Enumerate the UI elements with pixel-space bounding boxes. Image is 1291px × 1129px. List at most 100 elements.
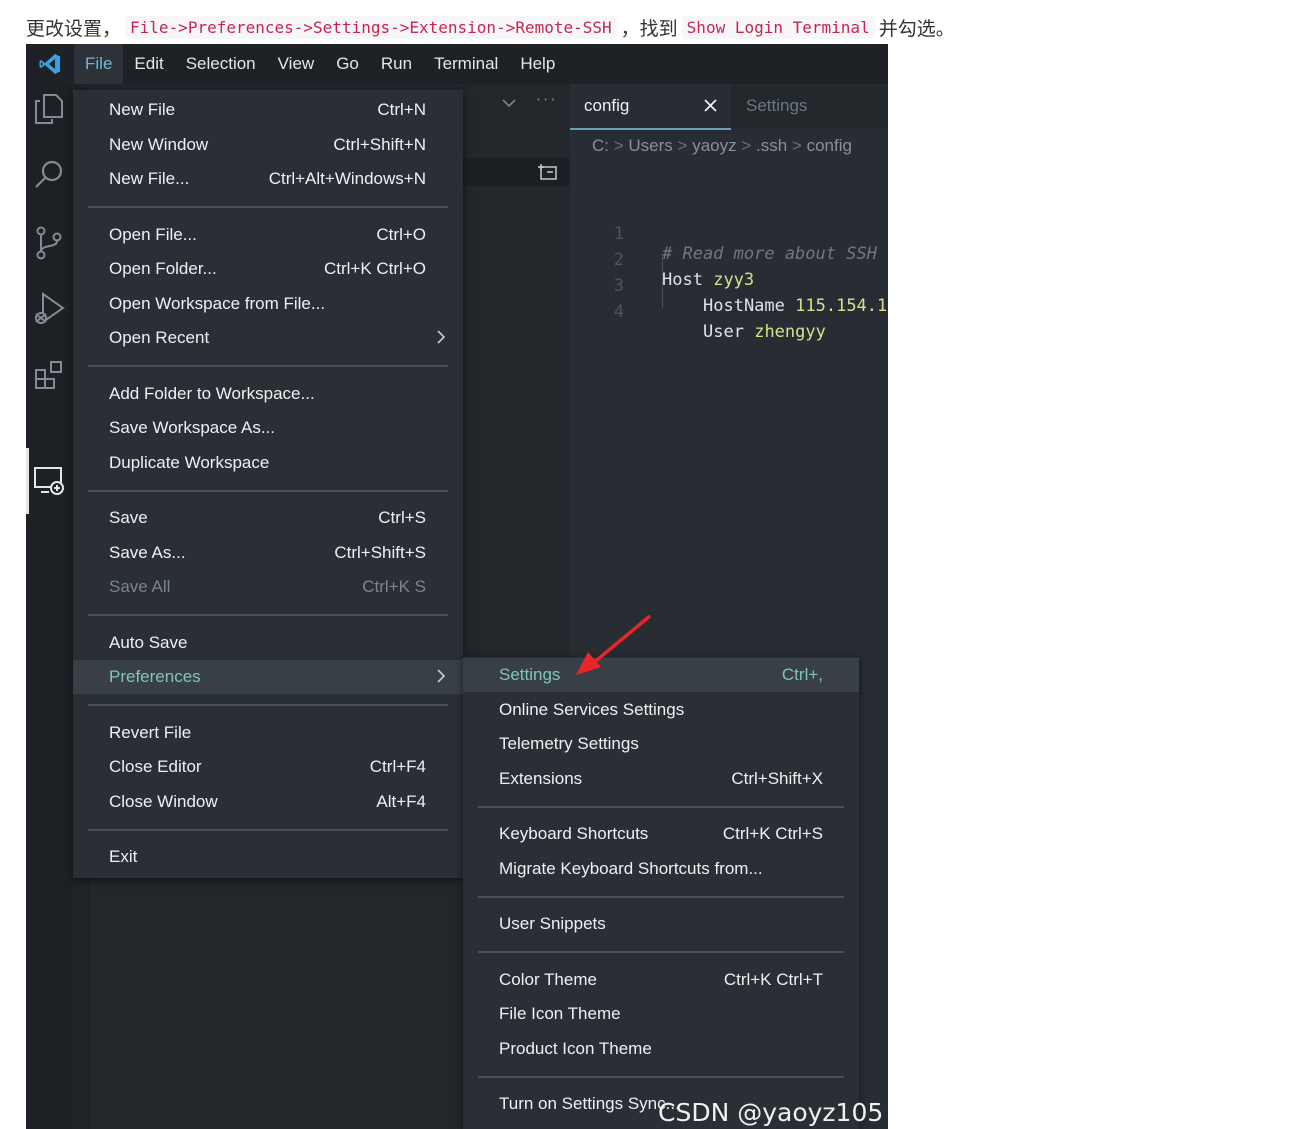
- preferences-item-migrate-keyboard-shortcuts-from[interactable]: Migrate Keyboard Shortcuts from...: [463, 852, 859, 886]
- chevron-down-icon[interactable]: [502, 98, 516, 108]
- file-menu-item-open-recent[interactable]: Open Recent: [73, 321, 463, 355]
- file-menu-item-new-file[interactable]: New File... Ctrl+Alt+Windows+N: [73, 162, 463, 196]
- menubar-item-terminal[interactable]: Terminal: [423, 44, 509, 84]
- menu-item-label: Open Recent: [109, 328, 210, 347]
- preferences-item-user-snippets[interactable]: User Snippets: [463, 907, 859, 941]
- file-menu-item-preferences[interactable]: Preferences: [73, 660, 463, 694]
- menu-item-label: Save: [109, 508, 148, 527]
- breadcrumb-item[interactable]: config: [807, 136, 852, 155]
- file-menu: New File Ctrl+N New Window Ctrl+Shift+N New …: [73, 90, 463, 878]
- menu-item-label: New Window: [109, 134, 209, 154]
- file-menu-item-add-folder-to-workspace[interactable]: Add Folder to Workspace...: [73, 377, 463, 411]
- file-menu-item-revert-file[interactable]: Revert File: [73, 716, 463, 750]
- file-menu-item-exit[interactable]: Exit: [73, 840, 463, 874]
- code-key: Host: [662, 270, 703, 290]
- menu-bar: File Edit Selection View Go Run Terminal Help: [74, 44, 566, 84]
- watermark: CSDN @yaoyz105: [658, 1098, 884, 1127]
- menu-item-label: Color Theme: [499, 969, 597, 989]
- menu-item-shortcut: Alt+F4: [376, 791, 426, 811]
- file-menu-item-open-file[interactable]: Open File... Ctrl+O: [73, 218, 463, 252]
- menu-item-label: Migrate Keyboard Shortcuts from...: [499, 858, 763, 878]
- extensions-icon[interactable]: [26, 352, 72, 398]
- source-control-icon[interactable]: [26, 220, 72, 266]
- code-line: 2 Host zyy3: [570, 230, 754, 290]
- menubar-item-selection[interactable]: Selection: [175, 44, 267, 84]
- menu-separator: [88, 206, 448, 208]
- preferences-item-product-icon-theme[interactable]: Product Icon Theme: [463, 1032, 859, 1066]
- menu-item-label: Duplicate Workspace: [109, 452, 270, 472]
- menu-item-shortcut: Ctrl+Shift+N: [333, 134, 426, 154]
- menu-item-label: Settings: [499, 665, 561, 684]
- menu-separator: [88, 704, 448, 706]
- menubar-item-edit[interactable]: Edit: [123, 44, 174, 84]
- menu-item-shortcut: Ctrl+S: [378, 508, 426, 527]
- indent-guide: [662, 256, 663, 308]
- file-menu-item-save-workspace-as[interactable]: Save Workspace As...: [73, 411, 463, 445]
- file-menu-item-new-file[interactable]: New File Ctrl+N: [73, 93, 463, 127]
- menubar-item-help[interactable]: Help: [509, 44, 566, 84]
- menu-separator: [88, 828, 448, 831]
- more-actions-icon[interactable]: ···: [536, 90, 557, 109]
- menu-item-label: New File...: [109, 169, 190, 188]
- file-menu-item-save-all: Save All Ctrl+K S: [73, 570, 463, 604]
- menu-item-label: Preferences: [109, 667, 201, 686]
- menubar-item-go[interactable]: Go: [325, 44, 370, 84]
- new-connection-icon[interactable]: [538, 162, 558, 182]
- code-key: HostName: [703, 296, 785, 316]
- preferences-item-telemetry-settings[interactable]: Telemetry Settings: [463, 727, 859, 761]
- remote-explorer-icon[interactable]: [26, 458, 72, 504]
- intro-text: 更改设置， File->Preferences->Settings->Exten…: [26, 12, 955, 42]
- close-icon[interactable]: [704, 99, 717, 112]
- menu-item-label: Extensions: [499, 768, 583, 788]
- file-menu-item-close-window[interactable]: Close Window Alt+F4: [73, 785, 463, 819]
- file-menu-item-open-workspace-from-file[interactable]: Open Workspace from File...: [73, 287, 463, 321]
- code-value: 115.154.1: [795, 296, 888, 316]
- tab-config-label: config: [584, 96, 630, 115]
- menu-item-label: File Icon Theme: [499, 1004, 621, 1023]
- menu-item-shortcut: Ctrl+Alt+Windows+N: [268, 169, 426, 188]
- file-menu-item-new-window[interactable]: New Window Ctrl+Shift+N: [73, 128, 463, 162]
- menubar-item-run[interactable]: Run: [370, 44, 423, 84]
- menubar-item-file[interactable]: File: [74, 44, 124, 84]
- run-debug-icon[interactable]: [26, 286, 72, 332]
- menu-item-label: Product Icon Theme: [499, 1038, 652, 1058]
- tab-settings[interactable]: Settings: [746, 96, 807, 116]
- preferences-item-extensions[interactable]: Extensions Ctrl+Shift+X: [463, 762, 859, 796]
- intro-prefix: 更改设置，: [26, 17, 122, 40]
- menu-item-label: User Snippets: [499, 914, 606, 933]
- intro-option-code: Show Login Terminal: [681, 15, 875, 39]
- file-menu-item-save-as[interactable]: Save As... Ctrl+Shift+S: [73, 536, 463, 570]
- file-menu-item-auto-save[interactable]: Auto Save: [73, 626, 463, 660]
- menu-item-label: Open Workspace from File...: [109, 293, 326, 313]
- menu-item-label: Online Services Settings: [499, 699, 685, 719]
- title-bar: File Edit Selection View Go Run Terminal Help: [26, 44, 888, 84]
- breadcrumb-item[interactable]: C:: [592, 136, 609, 155]
- menu-item-label: Save All: [109, 577, 171, 596]
- breadcrumb-item[interactable]: yaoyz: [692, 136, 736, 155]
- preferences-item-online-services-settings[interactable]: Online Services Settings: [463, 693, 859, 727]
- code-key: User: [703, 322, 744, 342]
- menu-item-label: Exit: [109, 847, 138, 866]
- file-menu-item-save[interactable]: Save Ctrl+S: [73, 501, 463, 535]
- menu-separator: [478, 951, 844, 953]
- activity-bar: [26, 84, 72, 1129]
- menu-item-label: Revert File: [109, 722, 192, 742]
- preferences-item-keyboard-shortcuts[interactable]: Keyboard Shortcuts Ctrl+K Ctrl+S: [463, 817, 859, 851]
- explorer-icon[interactable]: [26, 86, 72, 132]
- file-menu-item-duplicate-workspace[interactable]: Duplicate Workspace: [73, 446, 463, 480]
- preferences-item-settings[interactable]: Settings Ctrl+,: [463, 658, 859, 692]
- intro-path-code: File->Preferences->Settings->Extension->…: [125, 15, 617, 39]
- preferences-item-file-icon-theme[interactable]: File Icon Theme: [463, 997, 859, 1031]
- tab-config[interactable]: config: [570, 84, 731, 130]
- preferences-item-color-theme[interactable]: Color Theme Ctrl+K Ctrl+T: [463, 963, 859, 997]
- breadcrumb-item[interactable]: .ssh: [756, 136, 787, 155]
- breadcrumb-item[interactable]: Users: [628, 136, 672, 155]
- menu-item-label: Save As...: [109, 542, 186, 562]
- code-value: zyy3: [713, 270, 755, 290]
- menu-separator: [88, 365, 448, 367]
- file-menu-item-close-editor[interactable]: Close Editor Ctrl+F4: [73, 750, 463, 784]
- search-icon[interactable]: [26, 152, 72, 198]
- file-menu-item-open-folder[interactable]: Open Folder... Ctrl+K Ctrl+O: [73, 252, 463, 286]
- menubar-item-view[interactable]: View: [267, 44, 326, 84]
- menu-item-shortcut: Ctrl+O: [376, 224, 426, 244]
